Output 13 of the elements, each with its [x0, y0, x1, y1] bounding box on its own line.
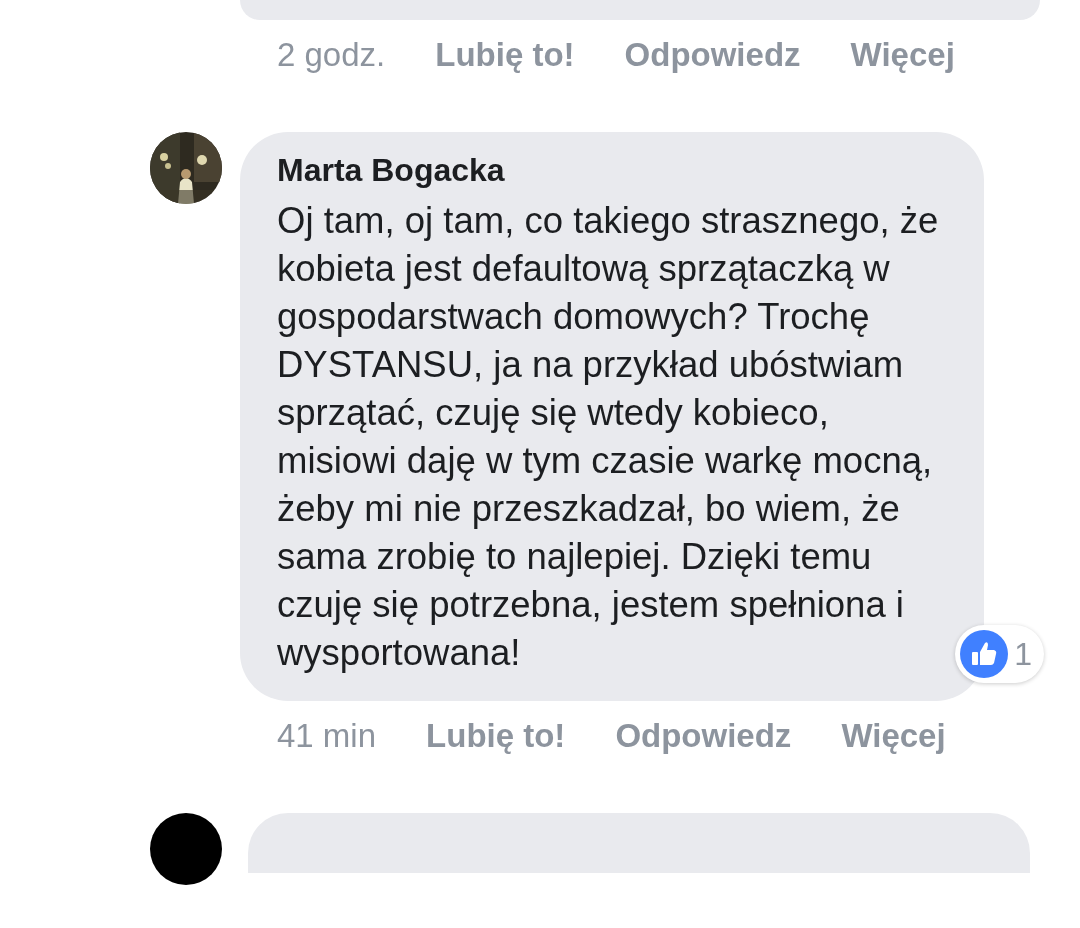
thumbs-up-icon — [960, 630, 1009, 678]
author-name[interactable]: Marta Bogacka — [277, 152, 947, 189]
like-link[interactable]: Lubię to! — [435, 36, 575, 74]
like-link[interactable]: Lubię to! — [426, 717, 566, 755]
comment-text: Oj tam, oj tam, co takiego strasznego, że kobieta jest defaultową sprzątaczką w gospodarstwach domowych? Trochę DYSTANSU, ja na przykład ubóstwiam sprzątać, czuję się wtedy kobieco, misiowi daję w tym czasie warkę mocną, żeby mi nie przeszkadzał, bo wiem, że sama zrobię to najlepiej. Dzięki temu czuję się potrzebna, jestem spełniona i wysportowana! — [277, 199, 940, 675]
reply-link[interactable]: Odpowiedz — [615, 717, 792, 755]
reply-link[interactable]: Odpowiedz — [624, 36, 801, 74]
timestamp: 2 godz. — [277, 36, 386, 74]
more-link[interactable]: Więcej — [850, 36, 955, 74]
reaction-badge[interactable]: 1 — [955, 625, 1044, 683]
more-link[interactable]: Więcej — [841, 717, 946, 755]
timestamp: 41 min — [277, 717, 377, 755]
reaction-count: 1 — [1014, 635, 1032, 673]
